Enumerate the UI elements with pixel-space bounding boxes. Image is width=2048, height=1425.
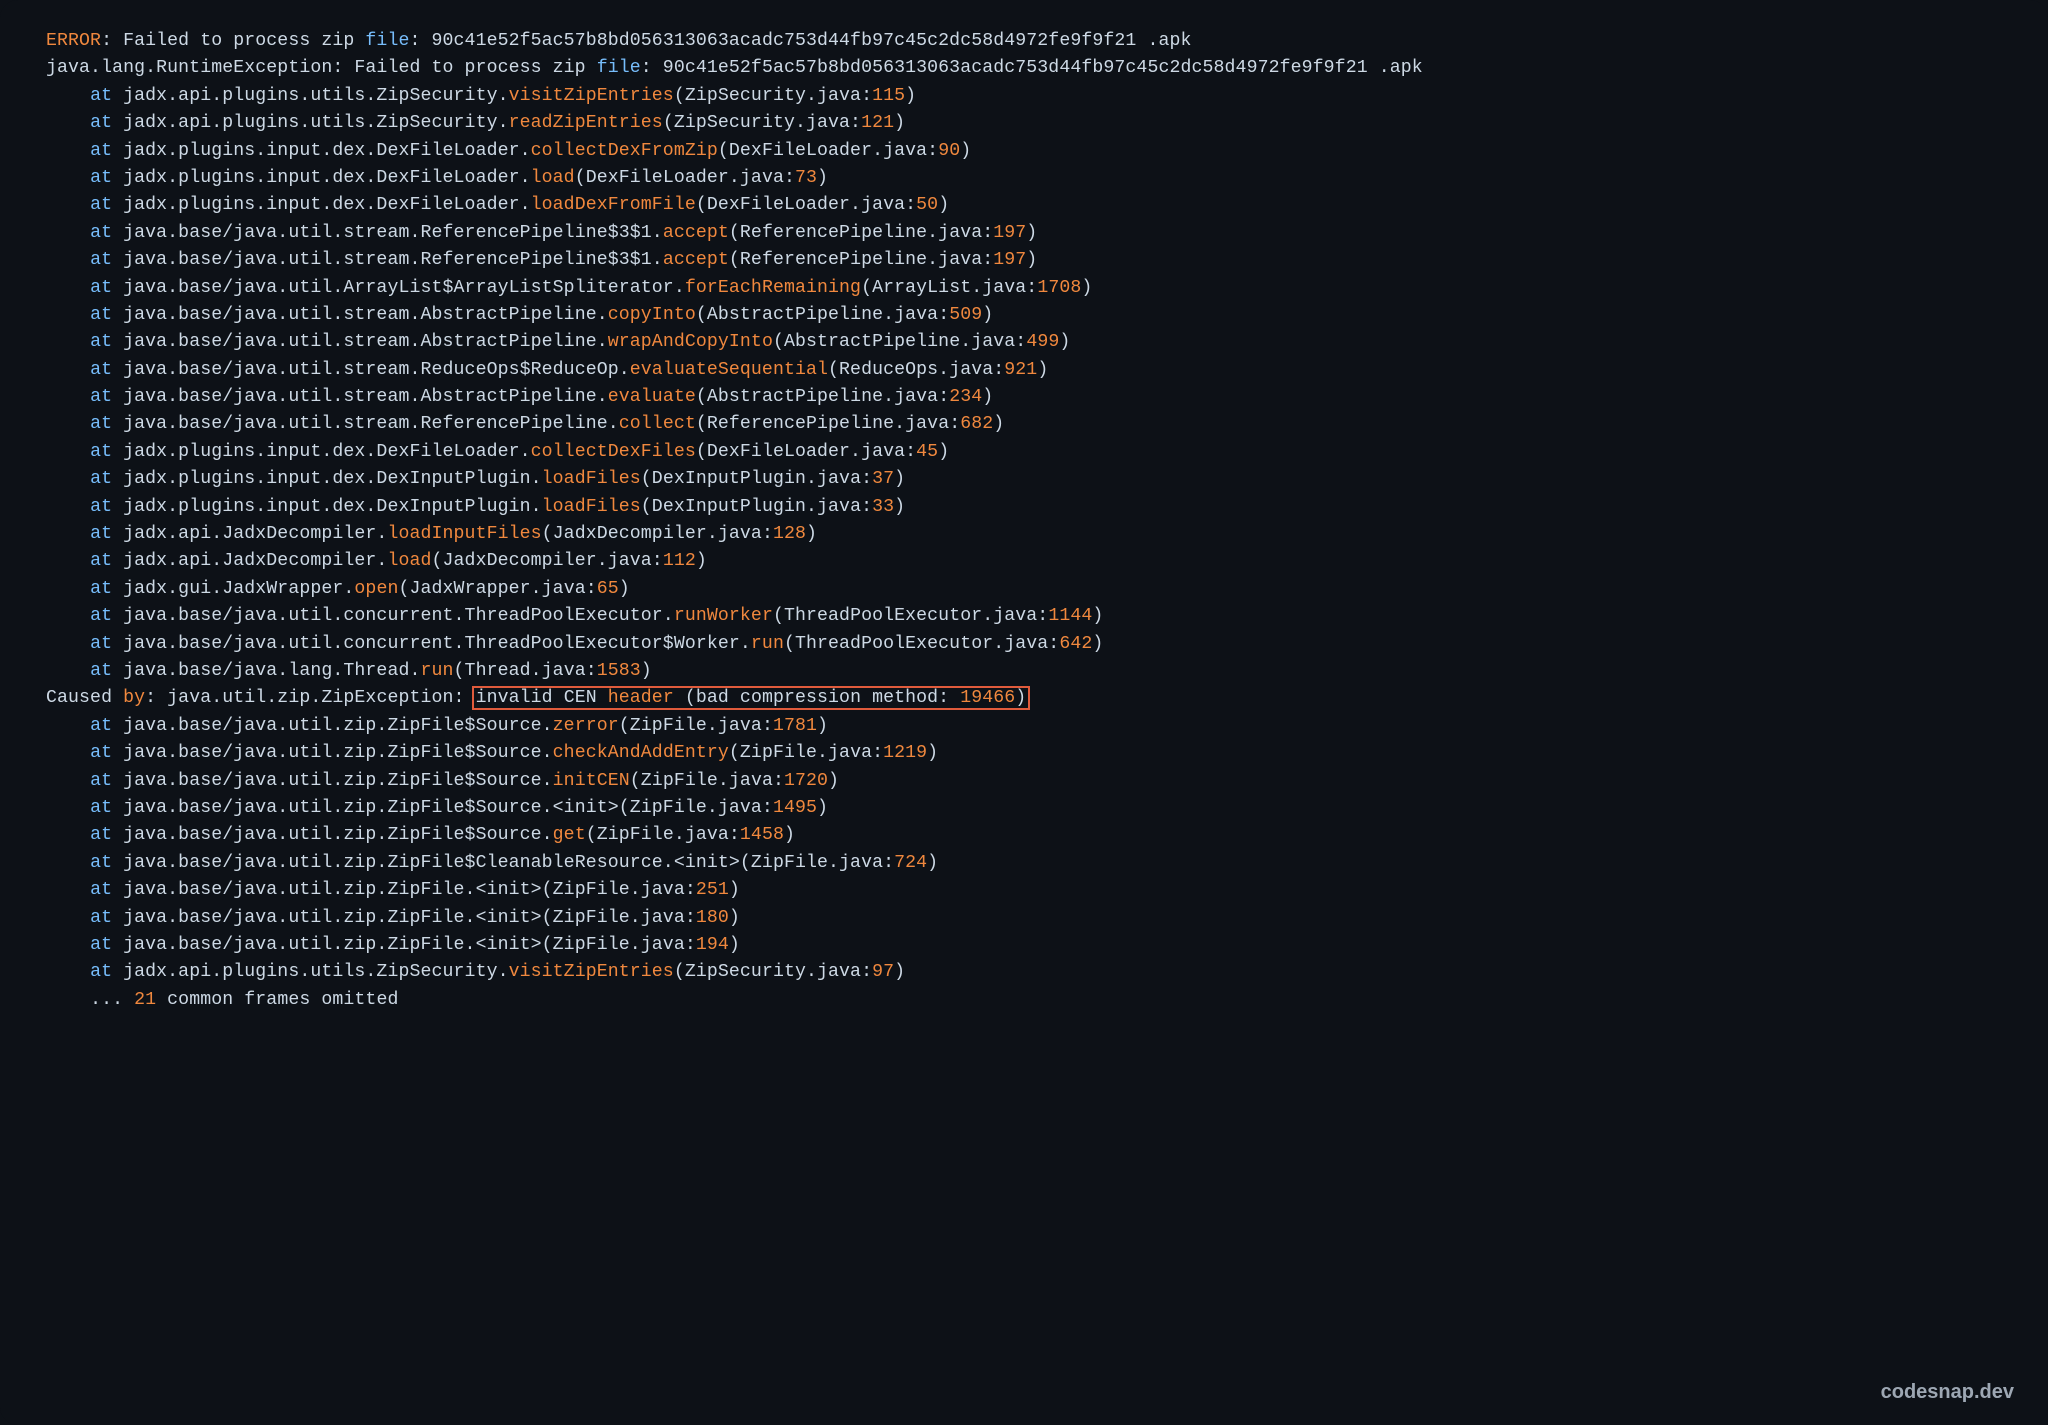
stacktrace-line: at java.base/java.util.stream.ReferenceP… [46, 411, 2002, 438]
stacktrace-line: Caused by: java.util.zip.ZipException: i… [46, 685, 2002, 712]
stacktrace-line: at java.base/java.util.concurrent.Thread… [46, 603, 2002, 630]
stacktrace-line: at java.base/java.util.stream.AbstractPi… [46, 329, 2002, 356]
stacktrace-line: at java.base/java.util.zip.ZipFile$Sourc… [46, 822, 2002, 849]
stacktrace-line: at jadx.plugins.input.dex.DexFileLoader.… [46, 138, 2002, 165]
stacktrace-line: at java.base/java.util.stream.AbstractPi… [46, 302, 2002, 329]
stacktrace-line: at java.base/java.util.stream.ReferenceP… [46, 247, 2002, 274]
stacktrace-line: at java.base/java.util.zip.ZipFile.<init… [46, 877, 2002, 904]
code-frame: ERROR: Failed to process zip file: 90c41… [0, 0, 2048, 1425]
stacktrace-line: at jadx.api.plugins.utils.ZipSecurity.vi… [46, 959, 2002, 986]
stacktrace-line: at java.base/java.util.zip.ZipFile$Sourc… [46, 740, 2002, 767]
stacktrace-line: at jadx.plugins.input.dex.DexFileLoader.… [46, 165, 2002, 192]
stacktrace-line: at jadx.api.plugins.utils.ZipSecurity.vi… [46, 83, 2002, 110]
stacktrace-line: at java.base/java.util.stream.ReferenceP… [46, 220, 2002, 247]
stacktrace-line: at java.base/java.util.concurrent.Thread… [46, 631, 2002, 658]
stacktrace-line: at java.base/java.util.zip.ZipFile$Sourc… [46, 795, 2002, 822]
stacktrace-line: ... 21 common frames omitted [46, 987, 2002, 1014]
stacktrace-line: at jadx.plugins.input.dex.DexInputPlugin… [46, 494, 2002, 521]
stacktrace-line: at java.base/java.util.ArrayList$ArrayLi… [46, 275, 2002, 302]
stacktrace-line: at java.base/java.util.zip.ZipFile$Sourc… [46, 768, 2002, 795]
stacktrace-line: java.lang.RuntimeException: Failed to pr… [46, 55, 2002, 82]
stacktrace-line: at java.base/java.util.zip.ZipFile$Sourc… [46, 713, 2002, 740]
stacktrace-line: at java.base/java.util.stream.ReduceOps$… [46, 357, 2002, 384]
watermark: codesnap.dev [1881, 1377, 2014, 1407]
stacktrace-line: at jadx.plugins.input.dex.DexInputPlugin… [46, 466, 2002, 493]
stacktrace-line: at jadx.api.plugins.utils.ZipSecurity.re… [46, 110, 2002, 137]
stacktrace-line: at java.base/java.util.stream.AbstractPi… [46, 384, 2002, 411]
stacktrace-line: at jadx.plugins.input.dex.DexFileLoader.… [46, 192, 2002, 219]
stacktrace-output: ERROR: Failed to process zip file: 90c41… [46, 28, 2002, 1014]
stacktrace-line: at jadx.api.JadxDecompiler.loadInputFile… [46, 521, 2002, 548]
stacktrace-line: at jadx.gui.JadxWrapper.open(JadxWrapper… [46, 576, 2002, 603]
stacktrace-line: at jadx.api.JadxDecompiler.load(JadxDeco… [46, 548, 2002, 575]
stacktrace-line: at java.base/java.util.zip.ZipFile.<init… [46, 932, 2002, 959]
stacktrace-line: at java.base/java.util.zip.ZipFile$Clean… [46, 850, 2002, 877]
stacktrace-line: at jadx.plugins.input.dex.DexFileLoader.… [46, 439, 2002, 466]
stacktrace-line: at java.base/java.util.zip.ZipFile.<init… [46, 905, 2002, 932]
stacktrace-line: at java.base/java.lang.Thread.run(Thread… [46, 658, 2002, 685]
stacktrace-line: ERROR: Failed to process zip file: 90c41… [46, 28, 2002, 55]
